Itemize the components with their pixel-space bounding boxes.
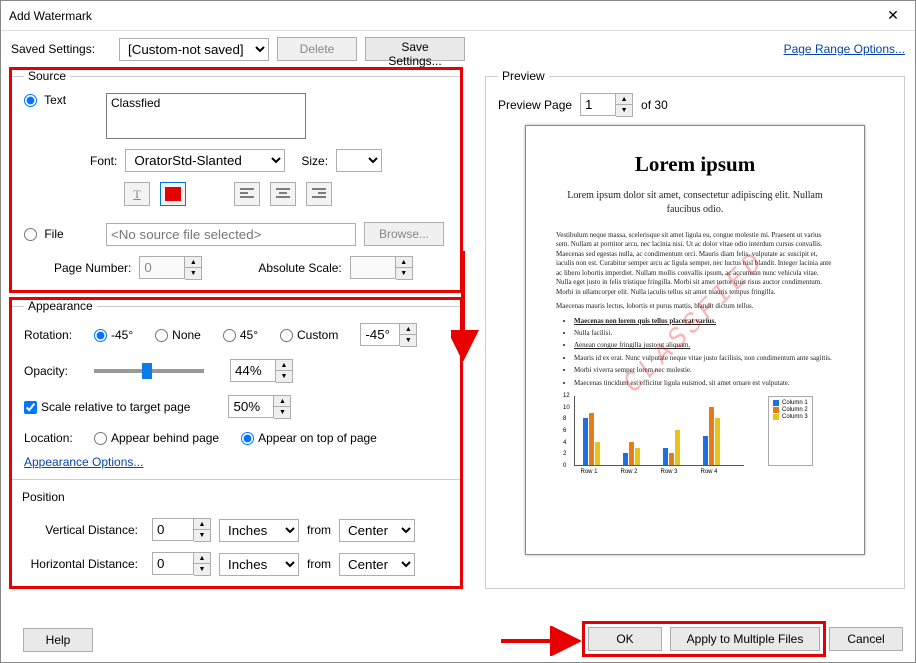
ok-button[interactable]: OK [588, 627, 662, 651]
color-swatch[interactable] [160, 182, 186, 206]
rotation-label: Rotation: [24, 328, 86, 342]
location-label: Location: [24, 431, 86, 445]
preview-page: CLASSFIED Lorem ipsum Lorem ipsum dolor … [525, 125, 865, 555]
radio-ontop[interactable]: Appear on top of page [241, 431, 377, 445]
save-settings-button[interactable]: Save Settings... [365, 37, 465, 61]
align-center-icon[interactable] [270, 182, 296, 206]
radio-behind[interactable]: Appear behind page [94, 431, 219, 445]
underline-icon[interactable]: T [124, 182, 150, 206]
opacity-spin[interactable]: ▲▼ [230, 359, 293, 383]
chart-legend: Column 1Column 2Column 3 [768, 396, 813, 466]
radio-rot-45[interactable]: 45° [223, 328, 258, 342]
radio-text[interactable]: Text [24, 93, 84, 107]
scale-rel-spin[interactable]: ▲▼ [228, 395, 291, 419]
apply-multiple-button[interactable]: Apply to Multiple Files [670, 627, 820, 651]
font-label: Font: [90, 154, 117, 168]
size-label: Size: [301, 154, 328, 168]
hdist-label: Horizontal Distance: [24, 557, 144, 571]
radio-rot-custom[interactable]: Custom [280, 328, 338, 342]
watermark-text-input[interactable]: Classfied [106, 93, 306, 139]
preview-legend: Preview [498, 69, 549, 83]
browse-button[interactable]: Browse... [364, 222, 444, 246]
preview-page-label: Preview Page [498, 98, 572, 112]
checkbox-scale-relative[interactable]: Scale relative to target page [24, 400, 190, 414]
pagenum-spin[interactable]: ▲▼ [139, 256, 202, 280]
abs-scale-spin[interactable]: ▲▼ [350, 256, 413, 280]
doc-title: Lorem ipsum [556, 152, 834, 177]
preview-page-total: of 30 [641, 98, 668, 112]
group-source: Source Text Classfied Font: OratorStd-Sl… [11, 69, 461, 291]
down-chevron-icon: ▼ [185, 268, 201, 279]
vdist-spin[interactable]: ▲▼ [152, 518, 211, 542]
up-chevron-icon: ▲ [185, 257, 201, 268]
close-button[interactable]: ✕ [871, 1, 915, 31]
saved-settings-label: Saved Settings: [11, 42, 111, 56]
doc-para1: Vestibulum neque massa, scelerisque sit … [556, 231, 834, 297]
align-right-icon[interactable] [306, 182, 332, 206]
appearance-options-link[interactable]: Appearance Options... [24, 455, 143, 469]
group-appearance: Appearance Rotation: -45° None 45° Custo… [11, 299, 461, 587]
size-combo[interactable] [336, 149, 382, 172]
vdist-from[interactable]: Center [339, 519, 415, 542]
appearance-legend: Appearance [24, 299, 97, 313]
hdist-unit[interactable]: Inches [219, 553, 299, 576]
delete-button[interactable]: Delete [277, 37, 357, 61]
cancel-button[interactable]: Cancel [829, 627, 903, 651]
source-legend: Source [24, 69, 70, 83]
hdist-spin[interactable]: ▲▼ [152, 552, 211, 576]
saved-settings-combo[interactable]: [Custom-not saved] [119, 38, 269, 61]
vdist-label: Vertical Distance: [24, 523, 144, 537]
page-range-link[interactable]: Page Range Options... [784, 42, 905, 56]
from-label-1: from [307, 523, 331, 537]
align-left-icon[interactable] [234, 182, 260, 206]
help-button[interactable]: Help [23, 628, 93, 652]
font-combo[interactable]: OratorStd-Slanted [125, 149, 285, 172]
radio-file[interactable]: File [24, 227, 84, 241]
doc-subtitle: Lorem ipsum dolor sit amet, consectetur … [556, 189, 834, 217]
opacity-label: Opacity: [24, 364, 86, 378]
annotation-arrow-2 [501, 626, 581, 656]
position-legend: Position [18, 490, 69, 504]
pagenum-label: Page Number: [54, 261, 131, 275]
titlebar: Add Watermark ✕ [1, 1, 915, 31]
rotation-spin[interactable]: ▲▼ [360, 323, 417, 347]
preview-page-spin[interactable]: ▲▼ [580, 93, 633, 117]
doc-chart: 024681012Row 1Row 2Row 3Row 4 Column 1Co… [556, 396, 834, 466]
abs-scale-label: Absolute Scale: [258, 261, 341, 275]
vdist-unit[interactable]: Inches [219, 519, 299, 542]
file-path-input [106, 223, 356, 246]
opacity-slider[interactable] [94, 369, 204, 373]
group-preview: Preview Preview Page ▲▼ of 30 CLASSFIED … [485, 69, 905, 589]
hdist-from[interactable]: Center [339, 553, 415, 576]
from-label-2: from [307, 557, 331, 571]
radio-rot-m45[interactable]: -45° [94, 328, 133, 342]
window-title: Add Watermark [9, 9, 871, 23]
radio-rot-none[interactable]: None [155, 328, 201, 342]
